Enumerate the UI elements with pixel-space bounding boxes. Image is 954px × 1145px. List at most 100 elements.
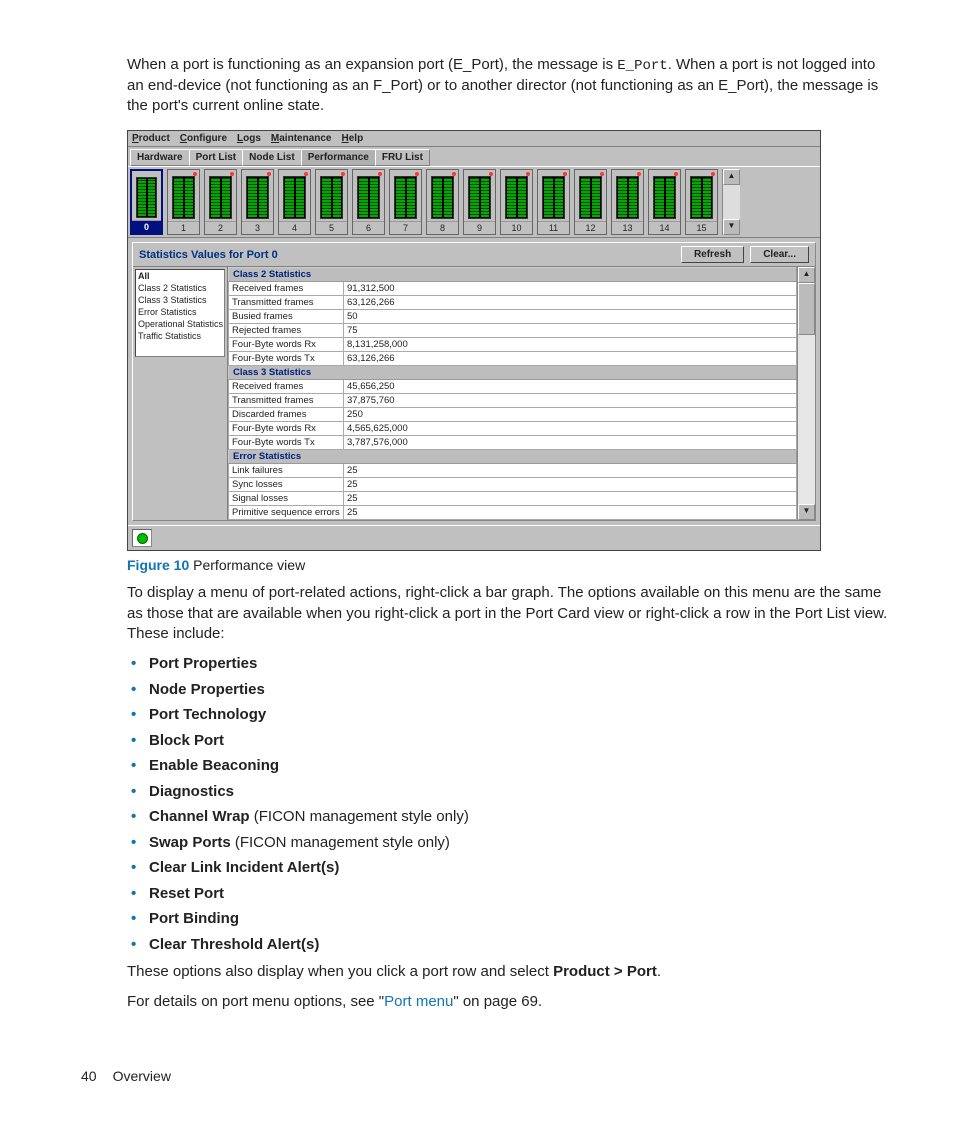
port-9[interactable]: 9: [463, 169, 496, 235]
footer-section: Overview: [113, 1068, 171, 1084]
list-item: Node Properties: [127, 680, 894, 700]
stat-value: 50: [344, 310, 797, 324]
port-12[interactable]: 12: [574, 169, 607, 235]
list-item: Channel Wrap (FICON management style onl…: [127, 807, 894, 827]
scroll-thumb[interactable]: [798, 283, 815, 335]
table-row: Busied frames50: [229, 310, 797, 324]
scrollbar[interactable]: ▲ ▼: [797, 267, 815, 520]
stats-title: Statistics Values for Port 0: [139, 249, 278, 261]
closing-para-2: For details on port menu options, see "P…: [127, 992, 894, 1012]
stat-value: 250: [344, 408, 797, 422]
performance-view-screenshot: Product Configure Logs Maintenance Help Hard…: [127, 130, 821, 551]
port-3[interactable]: 3: [241, 169, 274, 235]
port-5[interactable]: 5: [315, 169, 348, 235]
tab-node-list[interactable]: Node List: [242, 149, 302, 166]
port-4[interactable]: 4: [278, 169, 311, 235]
led-green-icon: [137, 533, 148, 544]
stat-value: 91,312,500: [344, 282, 797, 296]
list-item: Port Properties: [127, 654, 894, 674]
port-led-icon: [415, 172, 419, 176]
stat-value: 3,787,576,000: [344, 436, 797, 450]
menu-item[interactable]: Product: [132, 133, 170, 144]
menu-item[interactable]: Help: [342, 133, 364, 144]
port-13[interactable]: 13: [611, 169, 644, 235]
port-led-icon: [304, 172, 308, 176]
port-10[interactable]: 10: [500, 169, 533, 235]
clear-button[interactable]: Clear...: [750, 246, 809, 263]
category-list[interactable]: AllClass 2 StatisticsClass 3 StatisticsE…: [135, 269, 225, 357]
stat-label: Busied frames: [229, 310, 344, 324]
port-0[interactable]: 0: [130, 169, 163, 235]
category-item[interactable]: Class 2 Statistics: [136, 282, 224, 294]
table-row: Four-Byte words Tx3,787,576,000: [229, 436, 797, 450]
page-footer: 40 Overview: [81, 1068, 894, 1084]
stat-label: Rejected frames: [229, 324, 344, 338]
stat-value: 75: [344, 324, 797, 338]
stat-label: Four-Byte words Rx: [229, 338, 344, 352]
status-bar: [128, 525, 820, 550]
group-header: Error Statistics: [229, 450, 797, 464]
ports-row: 0123456789101112131415▲▼: [128, 166, 820, 238]
stat-label: Signal losses: [229, 492, 344, 506]
menubar: Product Configure Logs Maintenance Help: [128, 131, 820, 147]
table-row: Transmitted frames37,875,760: [229, 394, 797, 408]
statistics-table: Class 2 StatisticsReceived frames91,312,…: [228, 267, 797, 520]
status-indicator: [132, 529, 152, 547]
menu-item[interactable]: Logs: [237, 133, 261, 144]
port-led-icon: [230, 172, 234, 176]
table-row: Rejected frames75: [229, 324, 797, 338]
port-11[interactable]: 11: [537, 169, 570, 235]
port-led-icon: [563, 172, 567, 176]
stat-label: Four-Byte words Tx: [229, 352, 344, 366]
stat-label: Four-Byte words Rx: [229, 422, 344, 436]
port-1[interactable]: 1: [167, 169, 200, 235]
table-row: Link failures25: [229, 464, 797, 478]
stat-label: Primitive sequence errors: [229, 506, 344, 520]
scroll-down-icon[interactable]: ▼: [798, 504, 815, 520]
category-item[interactable]: Error Statistics: [136, 306, 224, 318]
port-2[interactable]: 2: [204, 169, 237, 235]
port-7[interactable]: 7: [389, 169, 422, 235]
tab-hardware[interactable]: Hardware: [130, 149, 190, 166]
stat-label: Received frames: [229, 282, 344, 296]
list-item: Swap Ports (FICON management style only): [127, 833, 894, 853]
stat-value: 4,565,625,000: [344, 422, 797, 436]
list-item: Block Port: [127, 731, 894, 751]
scroll-up-icon[interactable]: ▲: [723, 169, 740, 185]
category-sidebar: AllClass 2 StatisticsClass 3 StatisticsE…: [133, 267, 228, 520]
scroll-up-icon[interactable]: ▲: [798, 267, 815, 283]
stat-value: 37,875,760: [344, 394, 797, 408]
port-14[interactable]: 14: [648, 169, 681, 235]
menu-item[interactable]: Configure: [180, 133, 227, 144]
tab-fru-list[interactable]: FRU List: [375, 149, 430, 166]
port-led-icon: [267, 172, 271, 176]
stat-value: 25: [344, 506, 797, 520]
port-led-icon: [378, 172, 382, 176]
code-eport: E_Port: [617, 58, 667, 74]
menu-item[interactable]: Maintenance: [271, 133, 332, 144]
port-menu-link[interactable]: Port menu: [384, 993, 453, 1010]
port-led-icon: [341, 172, 345, 176]
category-item[interactable]: Class 3 Statistics: [136, 294, 224, 306]
port-6[interactable]: 6: [352, 169, 385, 235]
port-8[interactable]: 8: [426, 169, 459, 235]
category-item[interactable]: Traffic Statistics: [136, 330, 224, 342]
port-led-icon: [489, 172, 493, 176]
paragraph-after-figure: To display a menu of port-related action…: [127, 583, 894, 644]
table-row: Received frames45,656,250: [229, 380, 797, 394]
stat-value: 63,126,266: [344, 296, 797, 310]
group-header: Class 3 Statistics: [229, 366, 797, 380]
port-led-icon: [637, 172, 641, 176]
port-15[interactable]: 15: [685, 169, 718, 235]
tab-performance[interactable]: Performance: [301, 149, 376, 166]
port-scrollbar[interactable]: ▲▼: [722, 169, 740, 235]
category-item[interactable]: Operational Statistics: [136, 318, 224, 330]
list-item: Clear Link Incident Alert(s): [127, 858, 894, 878]
category-item[interactable]: All: [136, 270, 224, 282]
scroll-down-icon[interactable]: ▼: [723, 219, 740, 235]
refresh-button[interactable]: Refresh: [681, 246, 744, 263]
tab-port-list[interactable]: Port List: [189, 149, 244, 166]
stat-label: Sync losses: [229, 478, 344, 492]
table-row: Four-Byte words Tx63,126,266: [229, 352, 797, 366]
table-row: Signal losses25: [229, 492, 797, 506]
